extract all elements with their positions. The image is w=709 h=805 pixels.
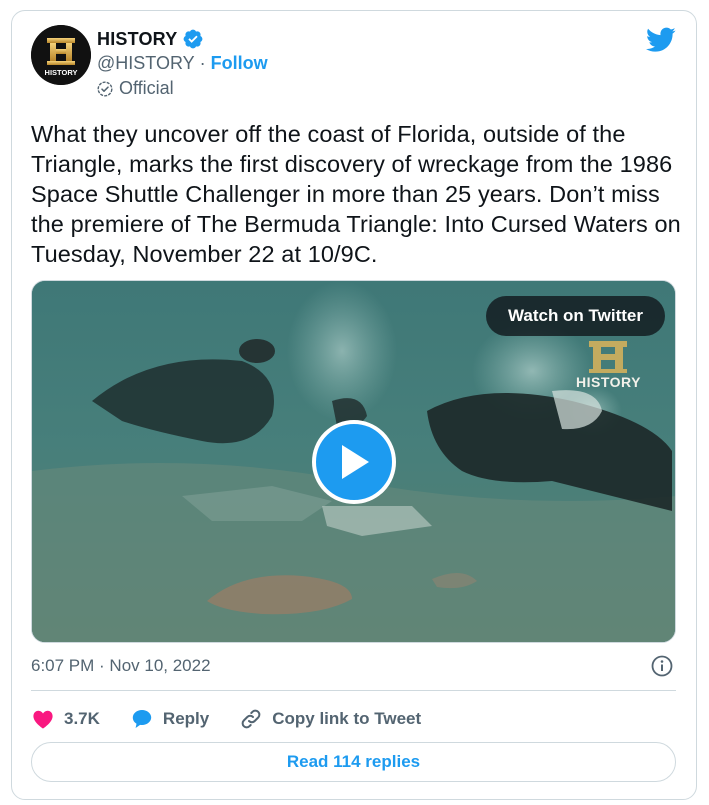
play-icon [342, 445, 369, 479]
handle-row: @HISTORY · Follow [97, 53, 268, 74]
info-icon[interactable] [651, 655, 673, 677]
copy-link-label: Copy link to Tweet [272, 709, 422, 728]
avatar-text: HISTORY [45, 68, 78, 77]
follow-button[interactable]: Follow [211, 53, 268, 74]
official-label-row: Official [97, 78, 174, 99]
tweet-actions: 3.7K Reply Copy link to Tweet [31, 705, 451, 733]
divider [31, 690, 676, 691]
reply-bubble-icon [132, 710, 152, 728]
play-button[interactable] [312, 420, 396, 504]
history-watermark-text: HISTORY [576, 374, 641, 390]
official-badge-icon [97, 80, 113, 97]
watch-on-twitter-button[interactable]: Watch on Twitter [485, 296, 665, 336]
reply-button[interactable]: Reply [130, 707, 209, 731]
tweet-card: HISTORY HISTORY @HISTORY · Follow Offici… [11, 10, 697, 800]
verified-badge-icon [184, 29, 203, 49]
display-name[interactable]: HISTORY [97, 29, 177, 50]
heart-icon [33, 710, 53, 729]
author-name-row: HISTORY [97, 28, 204, 50]
tweet-text: What they uncover off the coast of Flori… [31, 121, 681, 267]
avatar[interactable]: HISTORY [31, 25, 91, 85]
twitter-bird-icon[interactable] [646, 27, 676, 53]
link-icon [241, 709, 261, 729]
tweet-timestamp[interactable]: 6:07 PM · Nov 10, 2022 [31, 656, 211, 676]
copy-link-button[interactable]: Copy link to Tweet [239, 707, 421, 731]
read-replies-button[interactable]: Read 114 replies [31, 742, 676, 782]
reply-label: Reply [162, 709, 210, 728]
like-count: 3.7K [64, 709, 100, 728]
separator: · [199, 53, 206, 73]
official-label: Official [119, 78, 174, 98]
handle[interactable]: @HISTORY [97, 53, 195, 74]
like-button[interactable]: 3.7K [31, 707, 100, 731]
video-player[interactable]: Watch on Twitter HISTORY [31, 280, 676, 643]
history-logo-icon: HISTORY [31, 25, 91, 85]
